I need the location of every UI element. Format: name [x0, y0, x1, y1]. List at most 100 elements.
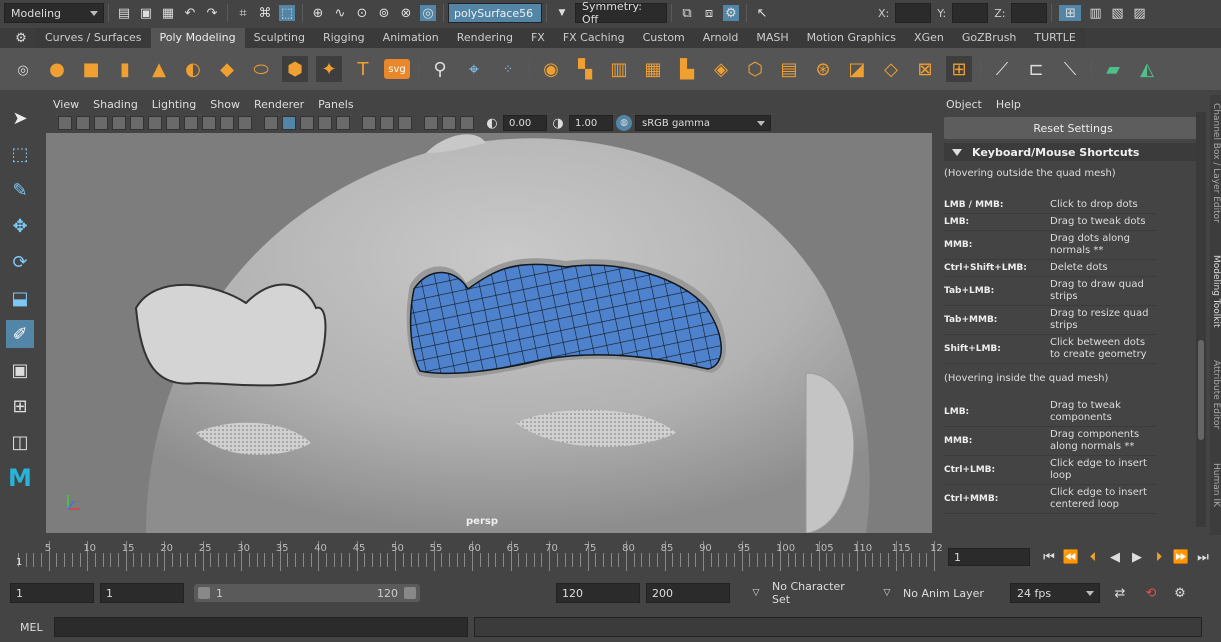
scale-tool-icon[interactable]: ⬓: [6, 284, 34, 312]
gamma-icon[interactable]: ◑: [550, 115, 566, 131]
bridge-icon[interactable]: ⬡: [742, 56, 768, 82]
lasso-tool-icon[interactable]: ⬚: [6, 140, 34, 168]
anim-prefs-icon[interactable]: ⚙: [1172, 585, 1188, 601]
menu-shading[interactable]: Shading: [86, 98, 145, 111]
panel-scrollbar-thumb[interactable]: [1198, 340, 1204, 440]
tab-curves-surfaces[interactable]: Curves / Surfaces: [36, 28, 151, 48]
combine-icon[interactable]: ◉: [538, 56, 564, 82]
tab-animation[interactable]: Animation: [373, 28, 448, 48]
playback-start-field[interactable]: 1: [100, 583, 184, 603]
toggle-panel-icon[interactable]: ⊞: [1059, 5, 1082, 21]
platonic-solid-icon[interactable]: ⬢: [282, 56, 308, 82]
shelf-menu-icon[interactable]: ◎: [15, 62, 31, 78]
tab-arnold[interactable]: Arnold: [693, 28, 748, 48]
snap-view-icon[interactable]: ⊚: [376, 5, 392, 21]
symmetry-dropdown[interactable]: Symmetry: Off: [575, 0, 667, 26]
render-frame-icon[interactable]: ⧉: [679, 5, 695, 21]
play-forward-icon[interactable]: ▶: [1128, 548, 1146, 566]
select-hierarchy-icon[interactable]: ⌗: [235, 5, 251, 21]
uv-icon[interactable]: ⌖: [461, 56, 487, 82]
poly-plane-icon[interactable]: ◆: [214, 56, 240, 82]
tab-attribute-editor[interactable]: Attribute Editor: [1210, 360, 1221, 429]
text-icon[interactable]: T: [350, 56, 376, 82]
open-scene-icon[interactable]: ▣: [138, 5, 154, 21]
script-language-label[interactable]: MEL: [20, 621, 54, 634]
range-slider-left-handle[interactable]: [198, 587, 210, 599]
smooth-shade-icon[interactable]: [282, 116, 296, 130]
shadows-icon[interactable]: [336, 116, 350, 130]
render-settings-icon[interactable]: ⚙: [723, 5, 739, 21]
image-plane-icon[interactable]: [112, 116, 126, 130]
quad-draw-tool-icon[interactable]: ✐: [6, 320, 34, 348]
viewport[interactable]: persp: [46, 133, 932, 533]
menu-view[interactable]: View: [46, 98, 86, 111]
tab-motion-graphics[interactable]: Motion Graphics: [797, 28, 906, 48]
gate-mask-icon[interactable]: [184, 116, 198, 130]
tab-rigging[interactable]: Rigging: [313, 28, 374, 48]
selection-name-field[interactable]: polySurface56: [448, 3, 542, 23]
anim-end-field[interactable]: 200: [646, 583, 730, 603]
menu-set-dropdown[interactable]: Modeling: [4, 3, 104, 23]
tab-poly-modeling[interactable]: Poly Modeling: [150, 28, 245, 48]
exposure-field[interactable]: 0.00: [503, 115, 547, 131]
bookmark-icon[interactable]: [94, 116, 108, 130]
poly-cube-icon[interactable]: ■: [78, 56, 104, 82]
gear-icon[interactable]: ⚙: [13, 30, 29, 46]
tool-settings-icon[interactable]: ▨: [1131, 5, 1147, 21]
tab-fx[interactable]: FX: [521, 28, 554, 48]
step-forward-frame-icon[interactable]: ⏵: [1150, 548, 1168, 566]
command-input[interactable]: [54, 617, 468, 637]
range-slider-right-handle[interactable]: [404, 587, 416, 599]
anim-layer-dropdown[interactable]: No Anim Layer: [898, 583, 1002, 603]
step-back-frame-icon[interactable]: ⏴: [1084, 548, 1102, 566]
tab-human-ik[interactable]: Human IK: [1210, 463, 1221, 507]
menu-show[interactable]: Show: [203, 98, 247, 111]
motion-blur-icon[interactable]: [380, 116, 394, 130]
exposure-icon[interactable]: ◐: [484, 115, 500, 131]
tab-turtle[interactable]: TURTLE: [1025, 28, 1085, 48]
new-scene-icon[interactable]: ▤: [116, 5, 132, 21]
move-tool-icon[interactable]: ✥: [6, 212, 34, 240]
snap-point-icon[interactable]: ⊙: [354, 5, 370, 21]
step-forward-key-icon[interactable]: ⏩: [1172, 548, 1190, 566]
auto-key-icon[interactable]: ⟲: [1143, 585, 1159, 601]
ipr-render-icon[interactable]: ⧈: [701, 5, 717, 21]
channel-box-icon[interactable]: ▥: [1087, 5, 1103, 21]
menu-help[interactable]: Help: [996, 98, 1021, 111]
gamma-field[interactable]: 1.00: [569, 115, 613, 131]
lights-icon[interactable]: [318, 116, 332, 130]
rotate-tool-icon[interactable]: ⟳: [6, 248, 34, 276]
quad-draw-icon[interactable]: ⊞: [946, 56, 972, 82]
merge-icon[interactable]: ◇: [878, 56, 904, 82]
field-chart-icon[interactable]: [202, 116, 216, 130]
sculpt-icon[interactable]: ⚲: [427, 56, 453, 82]
dots-icon[interactable]: ⁘: [495, 56, 521, 82]
reset-settings-button[interactable]: Reset Settings: [944, 117, 1202, 139]
four-view-icon[interactable]: ⊞: [6, 392, 34, 420]
arrow-icon[interactable]: ↖: [754, 5, 770, 21]
panel-scrollbar[interactable]: [1196, 112, 1206, 527]
menu-renderer[interactable]: Renderer: [247, 98, 311, 111]
fps-dropdown[interactable]: 24 fps: [1010, 583, 1100, 603]
poly-disc-icon[interactable]: ⬭: [248, 56, 274, 82]
shortcuts-section-header[interactable]: Keyboard/Mouse Shortcuts: [944, 143, 1202, 161]
x-field[interactable]: [895, 3, 932, 23]
current-frame-field[interactable]: 1: [948, 548, 1030, 566]
snap-surface-icon[interactable]: ⊗: [398, 5, 414, 21]
save-scene-icon[interactable]: ▦: [160, 5, 176, 21]
fill-hole-icon[interactable]: ⊛: [810, 56, 836, 82]
select-tool-icon[interactable]: ➤: [6, 104, 34, 132]
menu-lighting[interactable]: Lighting: [145, 98, 203, 111]
tab-gozbrush[interactable]: GoZBrush: [952, 28, 1026, 48]
separate-icon[interactable]: ▚: [572, 56, 598, 82]
anti-alias-icon[interactable]: [398, 116, 412, 130]
grid-icon[interactable]: [130, 116, 144, 130]
svg-icon[interactable]: svg: [384, 59, 410, 79]
extrude-icon[interactable]: ▙: [674, 56, 700, 82]
go-to-start-icon[interactable]: ⏮: [1040, 548, 1058, 566]
tab-sculpting[interactable]: Sculpting: [244, 28, 314, 48]
safe-action-icon[interactable]: [220, 116, 234, 130]
playback-end-field[interactable]: 120: [556, 583, 640, 603]
loop-icon[interactable]: ⇄: [1112, 585, 1128, 601]
poly-cylinder-icon[interactable]: ▮: [112, 56, 138, 82]
